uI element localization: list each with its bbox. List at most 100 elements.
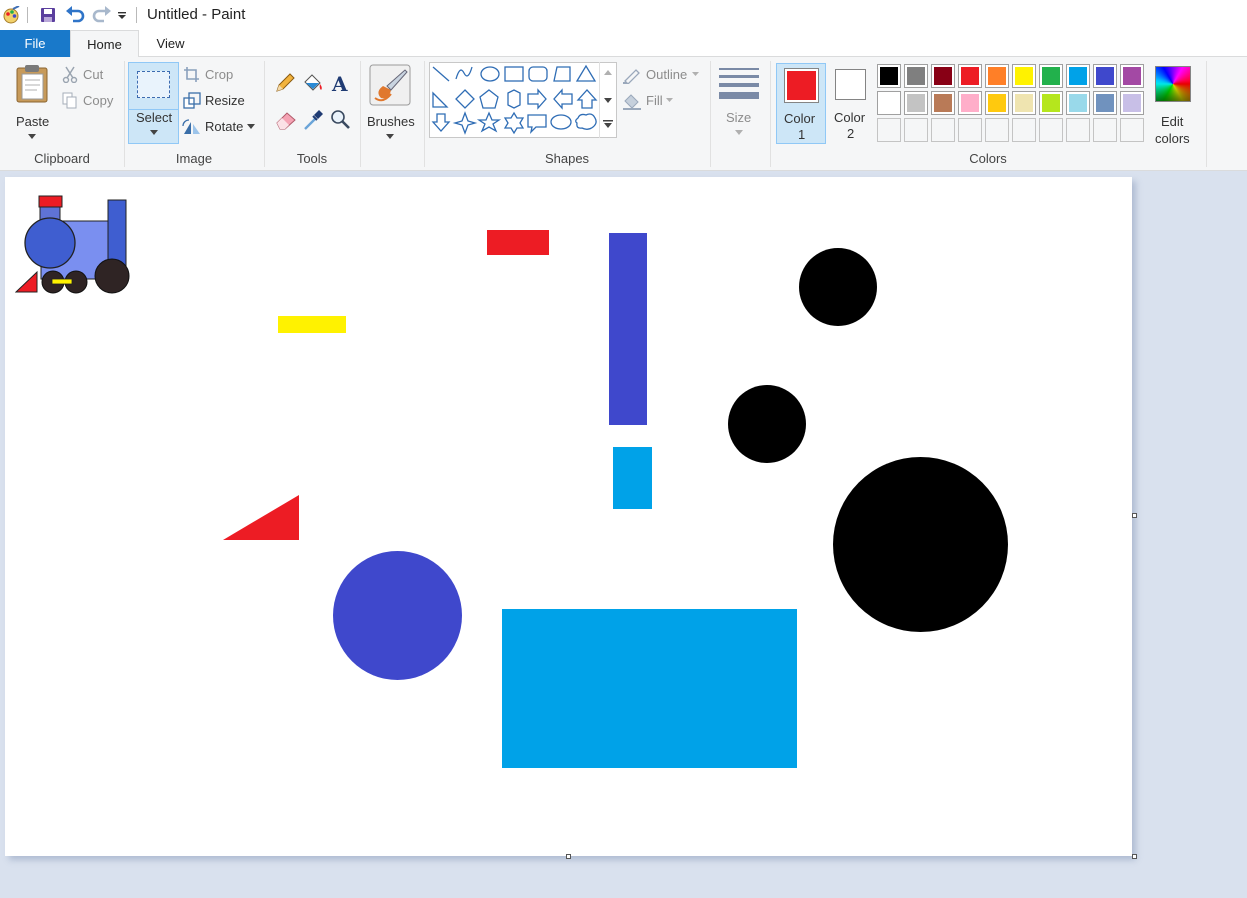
scroll-down-icon[interactable]: [604, 98, 612, 103]
palette-color-swatch[interactable]: [877, 64, 901, 88]
magnifier-icon[interactable]: [330, 109, 352, 131]
palette-custom-slot[interactable]: [1120, 118, 1144, 142]
blue-vertical-bar: [609, 233, 647, 425]
customize-qat-icon[interactable]: [116, 5, 128, 25]
oval-shape-icon: [480, 66, 500, 82]
palette-color-swatch[interactable]: [877, 91, 901, 115]
tab-file[interactable]: File: [0, 30, 70, 57]
palette-color-swatch[interactable]: [1120, 91, 1144, 115]
palette-custom-slot[interactable]: [877, 118, 901, 142]
palette-custom-slot[interactable]: [985, 118, 1009, 142]
outline-button[interactable]: Outline: [622, 66, 702, 86]
rounded-rectangle-shape-icon: [528, 66, 548, 82]
paste-button[interactable]: Paste: [8, 62, 56, 144]
copy-label: Copy: [83, 93, 114, 108]
black-circle-large: [833, 457, 1008, 632]
palette-custom-slot[interactable]: [1039, 118, 1063, 142]
palette-color-swatch[interactable]: [904, 64, 928, 88]
color1-swatch: [784, 68, 819, 103]
down-arrow-shape-icon: [431, 113, 451, 132]
rotate-icon: [182, 119, 200, 134]
resize-handle-bottom[interactable]: [566, 854, 571, 859]
palette-color-swatch[interactable]: [1066, 64, 1090, 88]
shapes-scrollbar[interactable]: [599, 62, 617, 138]
color1-button[interactable]: Color 1: [776, 63, 826, 144]
palette-color-swatch[interactable]: [931, 64, 955, 88]
edit-colors-button[interactable]: Edit colors: [1148, 62, 1200, 146]
brushes-button[interactable]: Brushes: [364, 62, 418, 144]
color2-swatch: [835, 69, 866, 100]
five-point-star-shape-icon: [476, 111, 502, 133]
rotate-button[interactable]: Rotate: [181, 118, 261, 138]
palette-custom-slot[interactable]: [931, 118, 955, 142]
brushes-label: Brushes: [367, 114, 415, 129]
rounded-callout-shape-icon: [527, 114, 547, 134]
palette-color-swatch[interactable]: [1039, 91, 1063, 115]
crop-button[interactable]: Crop: [183, 66, 243, 86]
text-icon[interactable]: A: [330, 72, 352, 94]
palette-color-swatch[interactable]: [1039, 64, 1063, 88]
resize-handle-corner[interactable]: [1132, 854, 1137, 859]
red-rectangle: [487, 230, 549, 255]
cut-button[interactable]: Cut: [62, 66, 120, 86]
save-icon[interactable]: [38, 5, 58, 25]
chevron-down-icon: [692, 72, 699, 76]
tab-home[interactable]: Home: [70, 30, 139, 58]
palette-color-swatch[interactable]: [931, 91, 955, 115]
rectangle-shape-icon: [504, 66, 524, 82]
train-drawing: [15, 195, 130, 294]
pencil-icon[interactable]: [274, 72, 296, 94]
palette-custom-slot[interactable]: [958, 118, 982, 142]
ribbon: Paste Cut Copy Clipboard Select Crop Res…: [0, 57, 1247, 171]
scroll-up-icon[interactable]: [604, 70, 612, 75]
palette-custom-slot[interactable]: [904, 118, 928, 142]
clipboard-group-label: Clipboard: [34, 151, 90, 166]
fill-button[interactable]: Fill: [622, 92, 682, 112]
palette-color-swatch[interactable]: [1093, 64, 1117, 88]
palette-color-swatch[interactable]: [985, 91, 1009, 115]
gallery-expand-icon[interactable]: [603, 120, 613, 129]
palette-color-swatch[interactable]: [1120, 64, 1144, 88]
crop-label: Crop: [205, 67, 234, 82]
workspace: [0, 171, 1247, 898]
crop-icon: [184, 67, 199, 82]
palette-color-swatch[interactable]: [1012, 91, 1036, 115]
window-title: Untitled - Paint: [147, 6, 246, 23]
colors-group-label: Colors: [969, 151, 1007, 166]
triangle-shape-icon: [575, 64, 597, 82]
palette-custom-slot[interactable]: [1066, 118, 1090, 142]
image-group-label: Image: [175, 151, 213, 166]
resize-icon: [183, 92, 201, 109]
color2-button[interactable]: Color 2: [826, 63, 876, 144]
pentagon-shape-icon: [479, 89, 499, 109]
palette-color-swatch[interactable]: [958, 91, 982, 115]
palette-color-swatch[interactable]: [958, 64, 982, 88]
copy-button[interactable]: Copy: [62, 92, 122, 112]
resize-button[interactable]: Resize: [183, 92, 253, 112]
drawing-canvas[interactable]: [5, 177, 1132, 856]
cyan-large-rectangle: [502, 609, 797, 768]
paint-app-icon[interactable]: [1, 5, 21, 25]
up-arrow-shape-icon: [576, 89, 598, 109]
size-button[interactable]: Size: [714, 62, 764, 144]
eraser-icon[interactable]: [274, 109, 298, 131]
palette-color-swatch[interactable]: [1093, 91, 1117, 115]
outline-icon: [623, 69, 640, 84]
select-button[interactable]: Select: [128, 62, 179, 144]
tab-view[interactable]: View: [139, 30, 202, 57]
palette-color-swatch[interactable]: [1012, 64, 1036, 88]
palette-custom-slot[interactable]: [1012, 118, 1036, 142]
undo-icon[interactable]: [64, 5, 86, 25]
shapes-group-label: Shapes: [544, 151, 590, 166]
red-triangle: [223, 495, 299, 540]
fill-bucket-icon[interactable]: [301, 72, 325, 94]
palette-color-swatch[interactable]: [904, 91, 928, 115]
palette-color-swatch[interactable]: [1066, 91, 1090, 115]
redo-icon[interactable]: [91, 5, 113, 25]
color-picker-icon[interactable]: [302, 109, 324, 131]
size-line-3: [719, 83, 759, 87]
palette-color-swatch[interactable]: [985, 64, 1009, 88]
palette-custom-slot[interactable]: [1093, 118, 1117, 142]
shapes-gallery: [429, 62, 617, 138]
resize-handle-right[interactable]: [1132, 513, 1137, 518]
